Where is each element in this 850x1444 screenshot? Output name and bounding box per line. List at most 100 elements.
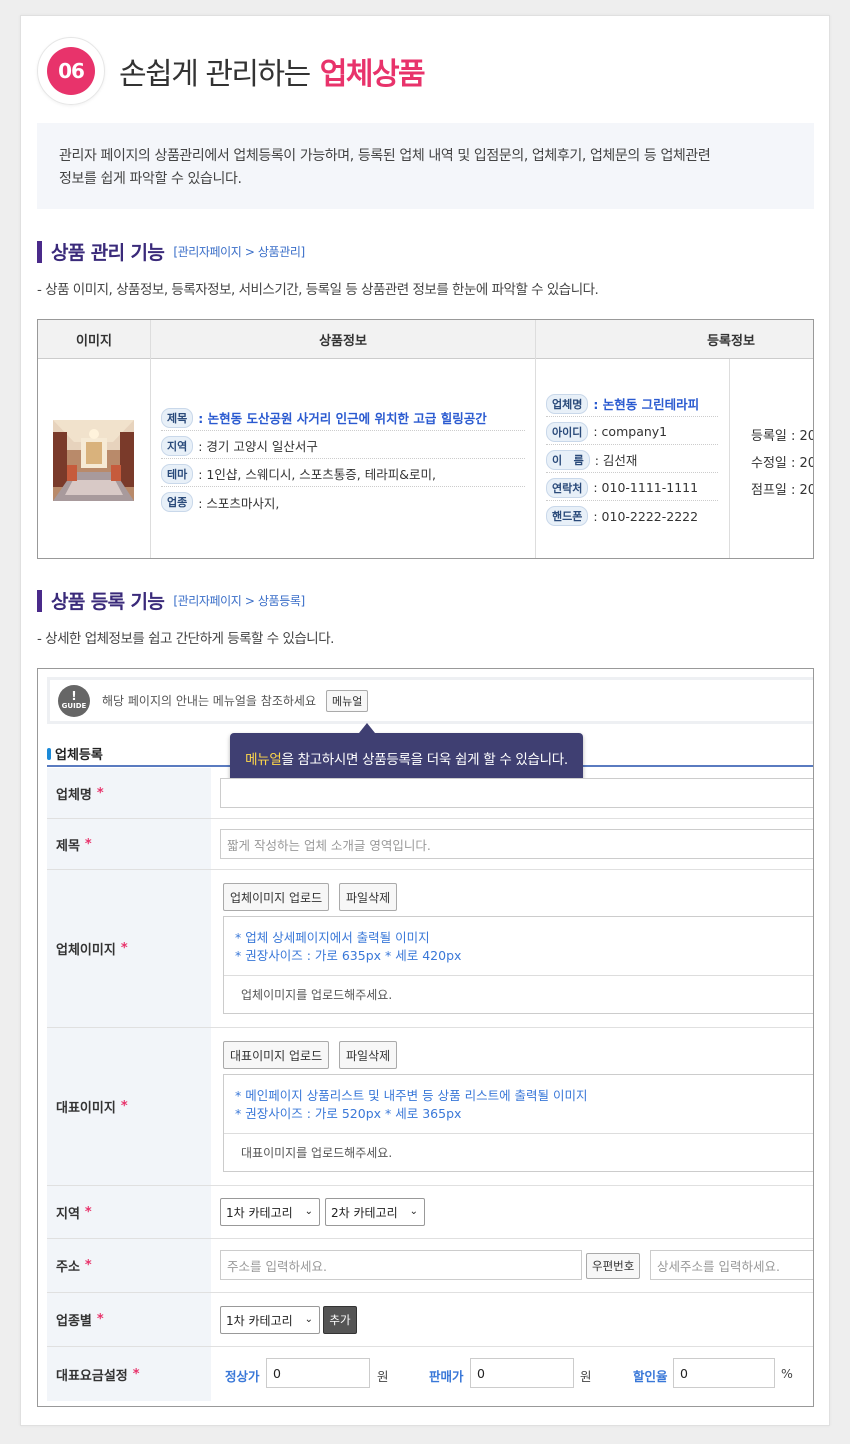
row-region: 지역 * 1차 카테고리 ⌄ 2차 카테고리 ⌄: [47, 1186, 813, 1239]
info-chip: 아이디: [546, 421, 589, 442]
label-text: 대표이미지: [56, 1101, 116, 1116]
label-text: 주소: [56, 1260, 80, 1275]
label-title: 제목 *: [47, 819, 211, 869]
label-company-name: 업체명 *: [47, 768, 211, 818]
discount-label: 할인율: [633, 1369, 668, 1384]
required-mark: *: [84, 836, 92, 852]
required-mark: *: [84, 1204, 92, 1220]
section-bar: [37, 240, 42, 263]
regular-price-unit: 원: [377, 1369, 389, 1384]
upload-message: 업체이미지를 업로드해주세요.: [224, 975, 813, 1013]
row-main-image: 대표이미지 * 대표이미지 업로드 파일삭제 * 메인페이지 상품리스트 및 내주…: [47, 1028, 813, 1186]
label-main-image: 대표이미지 *: [47, 1028, 211, 1185]
section-path: [관리자페이지 > 상품관리]: [173, 245, 305, 259]
table-divider: [535, 320, 536, 558]
sale-price-unit: 원: [580, 1369, 592, 1384]
required-mark: *: [132, 1366, 140, 1382]
label-text: 업체명: [56, 787, 92, 803]
info-value: : 김선재: [594, 453, 638, 468]
region-select-2[interactable]: 2차 카테고리 ⌄: [325, 1198, 425, 1226]
product-thumbnail[interactable]: [53, 420, 134, 501]
required-mark: *: [96, 785, 104, 801]
registrant-row: 이 름 : 김선재: [546, 447, 718, 473]
regular-price-input[interactable]: 0: [266, 1358, 370, 1388]
info-chip: 업종: [161, 492, 194, 512]
register-form: ! GUIDE 해당 페이지의 안내는 메뉴얼을 참조하세요 메뉴얼 업체등록 …: [37, 668, 814, 1407]
discount-input[interactable]: 0: [673, 1358, 775, 1388]
product-title-link[interactable]: : 논현동 도산공원 사거리 인근에 위치한 고급 힐링공간: [198, 408, 486, 427]
title-input[interactable]: 짧게 작성하는 업체 소개글 영역입니다.: [220, 829, 813, 859]
main-image-upload-button[interactable]: 대표이미지 업로드: [223, 1041, 330, 1069]
row-company-name: 업체명 *: [47, 768, 813, 819]
main-image-upload-box[interactable]: * 메인페이지 상품리스트 및 내주변 등 상품 리스트에 출력될 이미지 * …: [223, 1074, 813, 1172]
row-price: 대표요금설정 * 정상가 0 원 판매가 0 원 할인율 0 %: [47, 1347, 813, 1401]
chevron-down-icon: ⌄: [304, 1314, 313, 1325]
region-select-1[interactable]: 1차 카테고리 ⌄: [220, 1198, 320, 1226]
product-info-row: 업종 : 스포츠마사지,: [161, 489, 525, 515]
required-mark: *: [84, 1258, 92, 1273]
guide-icon-label: GUIDE: [61, 701, 87, 710]
intro-line-2: 정보를 쉽게 파악할 수 있습니다.: [59, 171, 242, 187]
zip-code-button[interactable]: 우편번호: [586, 1253, 641, 1279]
section-path: [관리자페이지 > 상품등록]: [173, 594, 305, 608]
upload-note: * 업체 상세페이지에서 출력될 이미지 * 권장사이즈 : 가로 635px …: [224, 917, 813, 965]
registrant-row: 연락처 : 010-1111-1111: [546, 475, 718, 501]
intro-box: 관리자 페이지의 상품관리에서 업체등록이 가능하며, 등록된 업체 내역 및 …: [37, 123, 814, 209]
label-price: 대표요금설정 *: [47, 1347, 211, 1401]
upload-note-line: * 메인페이지 상품리스트 및 내주변 등 상품 리스트에 출력될 이미지: [235, 1088, 588, 1103]
table-divider: [150, 320, 151, 558]
detail-address-input[interactable]: 상세주소를 입력하세요.: [650, 1250, 813, 1280]
discount-unit: %: [781, 1366, 793, 1381]
intro-line-1: 관리자 페이지의 상품관리에서 업체등록이 가능하며, 등록된 업체 내역 및 …: [59, 148, 711, 164]
label-region: 지역 *: [47, 1186, 211, 1238]
product-info-row: 지역 : 경기 고양시 일산서구: [161, 433, 525, 459]
info-value: : 스포츠마사지,: [198, 495, 280, 511]
sale-price-input[interactable]: 0: [470, 1358, 574, 1388]
upload-note-line: * 권장사이즈 : 가로 520px * 세로 365px: [235, 1106, 462, 1121]
product-info-row: 테마 : 1인샵, 스웨디시, 스포츠통증, 테라피&로미,: [161, 461, 525, 487]
tooltip-text: 을 참고하시면 상품등록을 더욱 쉽게 할 수 있습니다.: [281, 752, 568, 768]
add-business-type-button[interactable]: 추가: [323, 1306, 357, 1334]
row-title: 제목 * 짧게 작성하는 업체 소개글 영역입니다.: [47, 819, 813, 870]
select-value: 1차 카테고리: [226, 1205, 293, 1220]
info-chip: 테마: [161, 463, 194, 484]
info-chip: 업체명: [546, 393, 589, 414]
row-company-image: 업체이미지 * 업체이미지 업로드 파일삭제 * 업체 상세페이지에서 출력될 이…: [47, 870, 813, 1028]
product-table: 이미지 상품정보 등록정보 제목 : 논현동 도산공원 사거리 인근에 위치한 …: [37, 319, 814, 559]
label-text: 대표요금설정: [56, 1368, 128, 1384]
section-product-manage-title: 상품 관리 기능 [관리자페이지 > 상품관리]: [37, 238, 305, 265]
company-image-upload-box[interactable]: * 업체 상세페이지에서 출력될 이미지 * 권장사이즈 : 가로 635px …: [223, 916, 813, 1014]
section-dot: [47, 747, 51, 760]
business-type-select[interactable]: 1차 카테고리 ⌄: [220, 1306, 320, 1334]
company-image-delete-button[interactable]: 파일삭제: [339, 883, 398, 911]
guide-icon: ! GUIDE: [58, 684, 90, 717]
company-name-link[interactable]: : 논현동 그린테라피: [593, 394, 699, 413]
label-text: 지역: [56, 1206, 80, 1222]
main-image-delete-button[interactable]: 파일삭제: [339, 1041, 398, 1069]
section-title-text: 상품 관리 기능: [51, 242, 165, 264]
label-company-image: 업체이미지 *: [47, 870, 211, 1027]
required-mark: *: [120, 1099, 128, 1114]
info-chip: 연락처: [546, 477, 589, 498]
upload-note-line: * 권장사이즈 : 가로 635px * 세로 420px: [235, 948, 462, 963]
label-text: 업종별: [56, 1314, 92, 1329]
chevron-down-icon: ⌄: [304, 1206, 313, 1217]
feature-title-text: 손쉽게 관리하는: [119, 57, 311, 92]
content-card: 06 손쉽게 관리하는 업체상품 관리자 페이지의 상품관리에서 업체등록이 가능…: [20, 15, 830, 1426]
company-name-input[interactable]: [220, 778, 813, 808]
registrant-row: 핸드폰 : 010-2222-2222: [546, 503, 718, 529]
feature-header: 06 손쉽게 관리하는 업체상품: [37, 36, 426, 106]
feature-title: 손쉽게 관리하는 업체상품: [119, 49, 426, 93]
manual-button[interactable]: 메뉴얼: [325, 689, 369, 712]
required-mark: *: [120, 941, 128, 956]
company-image-upload-button[interactable]: 업체이미지 업로드: [223, 883, 330, 911]
label-address: 주소 *: [47, 1239, 211, 1292]
upload-message: 대표이미지를 업로드해주세요.: [224, 1133, 813, 1171]
modified-date: 수정일 : 20: [751, 456, 814, 471]
guide-bar: ! GUIDE 해당 페이지의 안내는 메뉴얼을 참조하세요 메뉴얼: [47, 677, 813, 724]
address-input[interactable]: 주소를 입력하세요.: [220, 1250, 582, 1280]
registrant-row: 업체명 : 논현동 그린테라피: [546, 391, 718, 417]
feature-number-badge: 06: [37, 37, 105, 105]
select-value: 1차 카테고리: [226, 1313, 293, 1328]
info-value: : 1인샵, 스웨디시, 스포츠통증, 테라피&로미,: [198, 467, 436, 482]
